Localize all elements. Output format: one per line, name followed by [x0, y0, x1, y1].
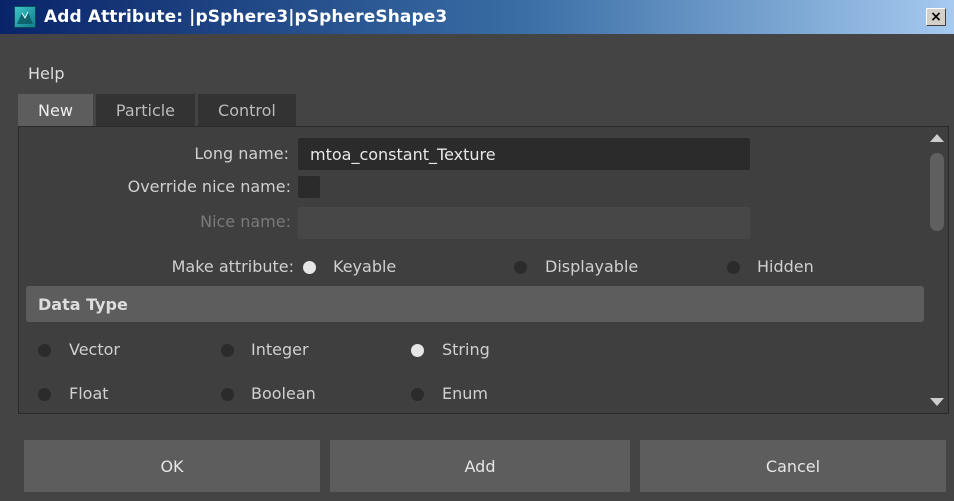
cancel-button-label: Cancel: [765, 456, 821, 476]
ok-button[interactable]: OK: [24, 440, 320, 492]
boolean-radio[interactable]: [221, 388, 234, 401]
ok-button-label: OK: [160, 456, 184, 476]
window-title-bar[interactable]: Add Attribute: |pSphere3|pSphereShape3 ×: [0, 0, 954, 34]
boolean-label: Boolean: [251, 384, 316, 403]
integer-radio[interactable]: [221, 344, 234, 357]
enum-label: Enum: [442, 384, 488, 403]
string-label: String: [442, 340, 490, 359]
long-name-input[interactable]: [298, 138, 750, 170]
tab-bar: New Particle Control: [18, 94, 299, 126]
make-attribute-label: Make attribute:: [171, 257, 294, 276]
string-radio[interactable]: [411, 344, 424, 357]
tab-new[interactable]: New: [18, 94, 93, 126]
enum-radio[interactable]: [411, 388, 424, 401]
close-button[interactable]: ×: [926, 8, 946, 26]
add-button[interactable]: Add: [330, 440, 630, 492]
float-radio[interactable]: [38, 388, 51, 401]
hidden-label: Hidden: [757, 257, 814, 276]
scroll-thumb[interactable]: [930, 153, 944, 231]
close-icon: ×: [930, 9, 942, 25]
nice-name-label: Nice name:: [200, 212, 291, 231]
displayable-label: Displayable: [545, 257, 639, 276]
float-label: Float: [69, 384, 109, 403]
keyable-radio[interactable]: [303, 261, 316, 274]
menu-help[interactable]: Help: [28, 64, 64, 83]
tab-control[interactable]: Control: [198, 94, 296, 126]
add-button-label: Add: [464, 456, 496, 476]
displayable-radio[interactable]: [514, 261, 527, 274]
menu-bar: Help: [0, 58, 954, 90]
override-nice-name-checkbox[interactable]: [298, 176, 320, 198]
scroll-up-arrow-icon[interactable]: [930, 134, 944, 142]
override-nice-name-label: Override nice name:: [127, 177, 291, 196]
hidden-radio[interactable]: [727, 261, 740, 274]
keyable-label: Keyable: [333, 257, 397, 276]
tab-particle[interactable]: Particle: [95, 94, 196, 126]
data-type-section-header[interactable]: Data Type: [26, 286, 924, 322]
vector-radio[interactable]: [38, 344, 51, 357]
cancel-button[interactable]: Cancel: [640, 440, 946, 492]
panel-scrollbar[interactable]: [926, 129, 946, 411]
vector-label: Vector: [69, 340, 120, 359]
data-type-header-label: Data Type: [38, 294, 128, 314]
integer-label: Integer: [251, 340, 309, 359]
long-name-label: Long name:: [194, 144, 289, 163]
scroll-down-arrow-icon[interactable]: [930, 398, 944, 406]
nice-name-input[interactable]: [298, 207, 750, 239]
maya-app-icon: [14, 6, 36, 28]
window-title: Add Attribute: |pSphere3|pSphereShape3: [44, 7, 448, 27]
